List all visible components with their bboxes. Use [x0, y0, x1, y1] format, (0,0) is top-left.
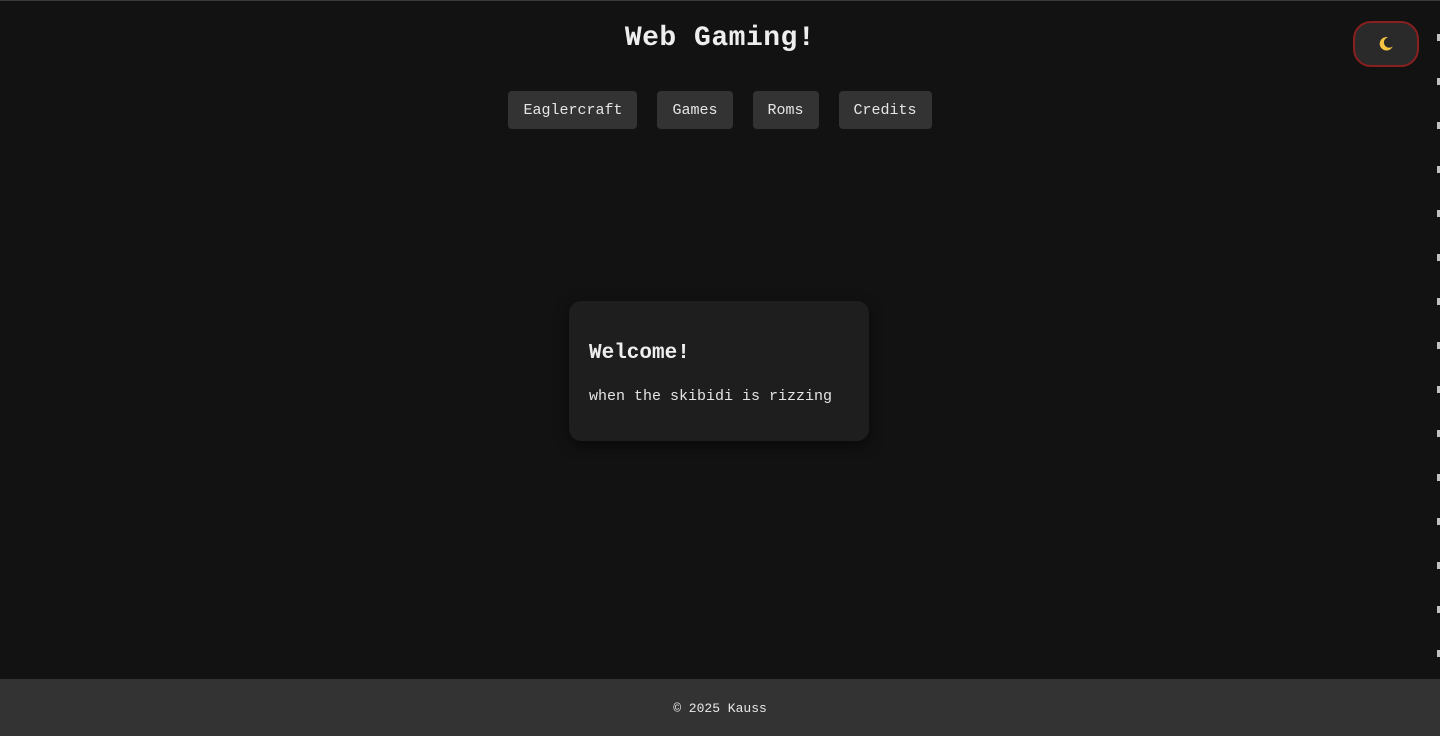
card-title: Welcome!: [589, 342, 690, 365]
nav-button-credits[interactable]: Credits: [838, 91, 932, 129]
main-nav: Eaglercraft Games Roms Credits: [0, 91, 1440, 129]
footer-copyright: © 2025 Kauss: [673, 700, 767, 716]
nav-button-roms[interactable]: Roms: [752, 91, 819, 129]
page-title: Web Gaming!: [624, 23, 816, 54]
welcome-card: Welcome! when the skibidi is rizzing: [569, 301, 869, 441]
nav-button-eaglercraft[interactable]: Eaglercraft: [508, 91, 638, 129]
footer: © 2025 Kauss: [0, 679, 1440, 736]
theme-toggle-button[interactable]: [1353, 21, 1419, 67]
page: Web Gaming! Eaglercraft Games Roms Credi…: [0, 0, 1440, 736]
card-text: when the skibidi is rizzing: [589, 388, 833, 405]
nav-button-games[interactable]: Games: [657, 91, 733, 129]
moon-icon: [1379, 37, 1393, 51]
